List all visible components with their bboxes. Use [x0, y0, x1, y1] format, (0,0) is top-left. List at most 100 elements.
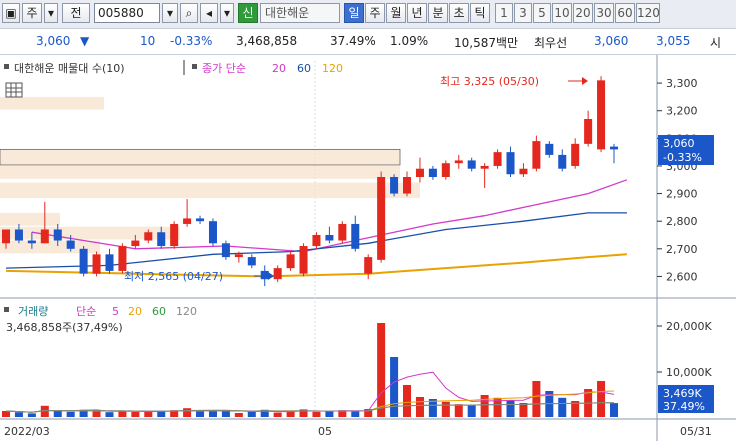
volume-bar-31 — [403, 385, 412, 417]
candle-body-17 — [221, 243, 230, 258]
candle-body-19 — [247, 257, 256, 266]
code-dropdown-icon[interactable]: ▾ — [162, 3, 178, 23]
vol-tick-10000k: 10,000K — [666, 366, 712, 379]
period-tab-5[interactable]: 초 — [449, 3, 469, 23]
chevron-down-icon[interactable]: ▾ — [44, 3, 58, 23]
supply-zone-0 — [0, 96, 104, 110]
price-tick-5: 2,800 — [666, 215, 698, 228]
stock-code-input[interactable]: 005880 — [94, 3, 160, 23]
volume-bar-4 — [53, 410, 62, 417]
candle-body-1 — [14, 229, 23, 241]
supply-zone-5 — [0, 226, 180, 240]
interval-tab-7[interactable]: 120 — [636, 3, 660, 23]
price-legend-title: 대한해운 매물대 수(10) — [14, 61, 125, 75]
jeon-button[interactable]: 전 — [62, 3, 90, 23]
table-grid-icon[interactable] — [5, 82, 23, 98]
period-tab-1[interactable]: 주 — [365, 3, 385, 23]
best-buy-price: 3,055 — [656, 34, 691, 48]
volume-summary: 3,468,858주(37,49%) — [6, 321, 123, 334]
candle-body-8 — [105, 254, 114, 271]
speaker-icon[interactable]: ◂ — [200, 3, 218, 23]
high-annotation: 최고 3,325 (05/30) — [440, 75, 539, 88]
price-tick-4: 2,900 — [666, 188, 698, 201]
supply-zone-4 — [0, 212, 60, 226]
candle-body-24 — [312, 235, 321, 247]
ma60-legend: 60 — [297, 62, 311, 75]
period-tab-0[interactable]: 일 — [344, 3, 364, 23]
candle-body-25 — [325, 235, 334, 241]
candle-body-31 — [403, 177, 412, 194]
supply-zone-1 — [0, 148, 401, 166]
interval-tab-6[interactable]: 60 — [615, 3, 635, 23]
interval-tab-0[interactable]: 1 — [495, 3, 513, 23]
volume-bar-39 — [506, 400, 515, 417]
volume-value: 3,468,858 — [236, 34, 298, 48]
volume-bar-25 — [325, 411, 334, 417]
vol-ma20-legend: 20 — [128, 305, 142, 318]
toolbar: ▣ 주 ▾ 전 005880 ▾ ⌕ ◂ ▾ 신 대한해운 일주월년분초틱 13… — [0, 0, 736, 29]
volume-bar-0 — [1, 411, 11, 417]
trade-amount: 10,587백만 — [454, 36, 519, 50]
interval-tab-2[interactable]: 5 — [533, 3, 551, 23]
candle-body-15 — [196, 218, 205, 222]
stock-chart[interactable]: 대한해운 매물대 수(10) 종가 단순 20 60 120 최고 3,325 … — [0, 55, 736, 441]
candle-body-6 — [79, 248, 88, 274]
candle-body-21 — [273, 268, 282, 280]
low-annotation: 최저 2,565 (04/27) — [124, 270, 223, 283]
candle-body-2 — [27, 240, 36, 244]
price-change: 10 — [140, 34, 156, 48]
date-label-end: 05/31 — [680, 425, 712, 438]
volume-bar-10 — [131, 411, 140, 417]
candle-body-11 — [144, 232, 153, 241]
credit-badge[interactable]: 신 — [238, 3, 258, 23]
period-tab-2[interactable]: 월 — [386, 3, 406, 23]
volume-bar-11 — [144, 411, 153, 417]
interval-tab-1[interactable]: 3 — [514, 3, 532, 23]
supply-zone-2 — [0, 165, 400, 179]
candle-body-42 — [545, 143, 554, 155]
candle-body-32 — [415, 168, 424, 177]
interval-tab-3[interactable]: 10 — [552, 3, 572, 23]
extra-label: 시 — [710, 36, 722, 50]
candle-body-37 — [480, 165, 489, 169]
volume-bar-35 — [454, 404, 463, 417]
price-tick-1: 3,200 — [666, 105, 698, 118]
mode-select[interactable]: 주 — [22, 3, 42, 23]
stock-icon[interactable]: ▣ — [2, 3, 20, 23]
volume-bar-40 — [519, 403, 528, 417]
volume-bar-8 — [105, 412, 114, 417]
supply-zone-3 — [0, 182, 420, 199]
axis-current-price: 3,060 — [663, 137, 695, 150]
interval-tab-5[interactable]: 30 — [594, 3, 614, 23]
candle-body-38 — [493, 152, 502, 166]
volume-bar-14 — [183, 408, 192, 417]
candle-body-16 — [208, 221, 217, 244]
candle-body-26 — [338, 223, 347, 241]
down-arrow-icon: ▼ — [80, 34, 90, 48]
stock-name: 대한해운 — [260, 3, 340, 23]
period-tab-6[interactable]: 틱 — [470, 3, 490, 23]
change-percent: -0.33% — [170, 34, 213, 48]
speaker-dropdown-icon[interactable]: ▾ — [220, 3, 234, 23]
interval-tab-4[interactable]: 20 — [573, 3, 593, 23]
volume-bar-34 — [441, 401, 450, 417]
period-tab-4[interactable]: 분 — [428, 3, 448, 23]
candle-body-36 — [467, 160, 476, 169]
volume-bar-18 — [234, 413, 243, 417]
candle-body-46 — [597, 80, 606, 150]
volume-ratio: 37.49% — [330, 34, 376, 48]
vol-ma60-legend: 60 — [152, 305, 166, 318]
best-quote-label: 최우선 — [534, 36, 568, 50]
candle-body-45 — [584, 119, 593, 144]
candle-body-9 — [118, 246, 127, 271]
period-tab-3[interactable]: 년 — [407, 3, 427, 23]
candle-body-34 — [441, 163, 450, 177]
axis-volume-pct: 37.49% — [663, 400, 705, 413]
candle-body-47 — [609, 146, 619, 150]
volume-bar-30 — [390, 357, 399, 417]
search-icon[interactable]: ⌕ — [180, 3, 198, 23]
volume-bar-21 — [273, 412, 282, 417]
volume-bar-16 — [208, 410, 217, 417]
candle-body-44 — [571, 143, 580, 166]
vol-ma5-legend: 5 — [112, 305, 119, 318]
